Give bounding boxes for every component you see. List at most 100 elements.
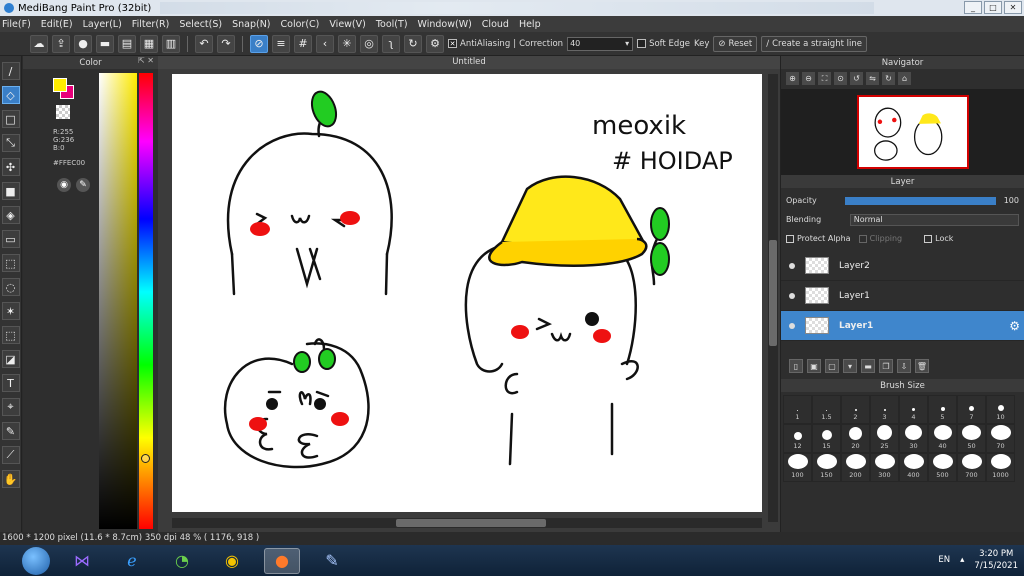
visibility-icon[interactable] — [789, 322, 795, 329]
menu-file[interactable]: File(F) — [2, 19, 31, 30]
gradient-tool-icon[interactable]: ▭ — [1, 230, 20, 248]
straight-line-button[interactable]: ∕ Create a straight line — [761, 35, 867, 52]
color-picker-icon[interactable]: ✎ — [76, 178, 90, 192]
share-icon[interactable]: ⇪ — [52, 34, 70, 53]
document-tab[interactable]: Untitled — [158, 56, 780, 69]
chat-icon[interactable]: ▬ — [96, 34, 114, 53]
select-pen-tool-icon[interactable]: ⬚ — [1, 326, 20, 344]
panel-close-icon[interactable]: ⇱ ✕ — [138, 56, 154, 65]
layer-item[interactable]: Layer2 — [781, 251, 1024, 281]
hatch-icon[interactable]: ≡ — [272, 34, 290, 53]
eyedropper-tool-icon[interactable]: ⟋ — [1, 446, 20, 464]
saturation-value-box[interactable] — [99, 73, 137, 529]
brush-size-cell[interactable]: 400 — [899, 453, 928, 482]
brush-size-cell[interactable]: 150 — [812, 453, 841, 482]
brush-size-cell[interactable]: 7 — [957, 395, 986, 424]
menu-cloud[interactable]: Cloud — [482, 19, 509, 30]
text-tool-icon[interactable]: T — [1, 374, 20, 392]
select-eraser-tool-icon[interactable]: ◪ — [1, 350, 20, 368]
graduation-tool-icon[interactable]: ⤡ — [1, 134, 20, 152]
reset-view-icon[interactable]: ⌂ — [898, 72, 911, 85]
brush-size-cell[interactable]: 50 — [957, 424, 986, 453]
brush-size-cell[interactable]: 100 — [783, 453, 812, 482]
medibang-taskbar-icon[interactable]: ● — [264, 547, 300, 574]
brush-size-cell[interactable]: 20 — [841, 424, 870, 453]
settings-icon[interactable]: ⚙ — [426, 34, 444, 53]
vertical-scroll-thumb[interactable] — [769, 240, 777, 346]
move-tool-icon[interactable]: ✣ — [1, 158, 20, 176]
menu-tool[interactable]: Tool(T) — [376, 19, 408, 30]
brush-size-cell[interactable]: 12 — [783, 424, 812, 453]
blending-select[interactable]: Normal — [849, 213, 1019, 226]
paint-brush-app-icon[interactable]: ✎ — [314, 548, 350, 574]
menu-select[interactable]: Select(S) — [179, 19, 222, 30]
new-halftone-layer-icon[interactable]: ▣ — [807, 359, 821, 373]
zoom-in-icon[interactable]: ⊕ — [786, 72, 799, 85]
clock[interactable]: 3:20 PM 7/15/2021 — [974, 548, 1018, 572]
brush-size-cell[interactable]: 1.5 — [812, 395, 841, 424]
navigator-thumbnail[interactable] — [857, 95, 969, 169]
foreground-color-swatch[interactable] — [53, 78, 67, 92]
visibility-icon[interactable] — [789, 292, 795, 299]
magic-wand-tool-icon[interactable]: ✶ — [1, 302, 20, 320]
brush-size-cell[interactable]: 4 — [899, 395, 928, 424]
brush-size-cell[interactable]: 3 — [870, 395, 899, 424]
menu-color[interactable]: Color(C) — [281, 19, 320, 30]
redo-icon[interactable]: ↷ — [217, 34, 235, 53]
pen-tool-icon[interactable]: ✎ — [1, 422, 20, 440]
language-indicator[interactable]: EN — [938, 555, 950, 565]
eraser-icon[interactable]: ⊘ — [250, 34, 268, 53]
brush-size-cell[interactable]: 70 — [986, 424, 1015, 453]
transparent-swatch[interactable] — [56, 105, 70, 119]
rotate-left-icon[interactable]: ↺ — [850, 72, 863, 85]
brush-size-cell[interactable]: 25 — [870, 424, 899, 453]
menu-layer[interactable]: Layer(L) — [83, 19, 122, 30]
delete-layer-icon[interactable]: 🗑 — [915, 359, 929, 373]
panel-icon[interactable]: ▦ — [140, 34, 158, 53]
radial-icon[interactable]: ✳ — [338, 34, 356, 53]
rotate-icon[interactable]: ↻ — [404, 34, 422, 53]
dot-tool-icon[interactable]: □ — [1, 110, 20, 128]
brush-size-cell[interactable]: 30 — [899, 424, 928, 453]
cloud-icon[interactable]: ☁ — [30, 34, 48, 53]
palette-icon[interactable]: ◉ — [57, 178, 71, 192]
new-8bit-layer-icon[interactable]: ▢ — [825, 359, 839, 373]
navigator-preview[interactable] — [781, 89, 1024, 175]
brush-size-cell[interactable]: 1 — [783, 395, 812, 424]
page-icon[interactable]: ▤ — [118, 34, 136, 53]
merge-layer-icon[interactable]: ⇩ — [897, 359, 911, 373]
zoom-out-icon[interactable]: ⊖ — [802, 72, 815, 85]
close-button[interactable]: ✕ — [1004, 1, 1022, 14]
eraser-tool-icon[interactable]: ◇ — [1, 86, 20, 104]
zoom-reset-icon[interactable]: ⊙ — [834, 72, 847, 85]
brush-size-cell[interactable]: 500 — [928, 453, 957, 482]
fill-rect-tool-icon[interactable]: ■ — [1, 182, 20, 200]
gear-icon[interactable]: ⚙ — [1009, 319, 1020, 333]
soft-edge-checkbox[interactable] — [637, 39, 647, 48]
rotate-right-icon[interactable]: ↻ — [882, 72, 895, 85]
minimize-button[interactable]: _ — [964, 1, 982, 14]
select-rect-tool-icon[interactable]: ⬚ — [1, 254, 20, 272]
vertical-scrollbar[interactable] — [768, 74, 778, 522]
brush-size-cell[interactable]: 200 — [841, 453, 870, 482]
lock-checkbox[interactable] — [924, 234, 933, 243]
internet-explorer-icon[interactable]: ℯ — [114, 548, 150, 574]
antialiasing-checkbox[interactable] — [448, 39, 457, 48]
brush-size-cell[interactable]: 700 — [957, 453, 986, 482]
undo-icon[interactable]: ↶ — [195, 34, 213, 53]
duplicate-layer-icon[interactable]: ❐ — [879, 359, 893, 373]
brush-size-cell[interactable]: 5 — [928, 395, 957, 424]
perspective-icon[interactable]: ‹ — [316, 34, 334, 53]
visual-studio-icon[interactable]: ⋈ — [64, 548, 100, 574]
brush-size-cell[interactable]: 300 — [870, 453, 899, 482]
hand-tool-icon[interactable]: ✋ — [1, 470, 20, 488]
brush-size-cell[interactable]: 10 — [986, 395, 1015, 424]
protect-alpha-checkbox[interactable] — [786, 234, 794, 243]
layout-icon[interactable]: ▥ — [162, 34, 180, 53]
layer-item[interactable]: Layer1 — [781, 281, 1024, 311]
brush-size-cell[interactable]: 15 — [812, 424, 841, 453]
visibility-icon[interactable] — [789, 262, 795, 269]
brush-size-cell[interactable]: 2 — [841, 395, 870, 424]
menu-edit[interactable]: Edit(E) — [41, 19, 73, 30]
menu-help[interactable]: Help — [519, 19, 541, 30]
